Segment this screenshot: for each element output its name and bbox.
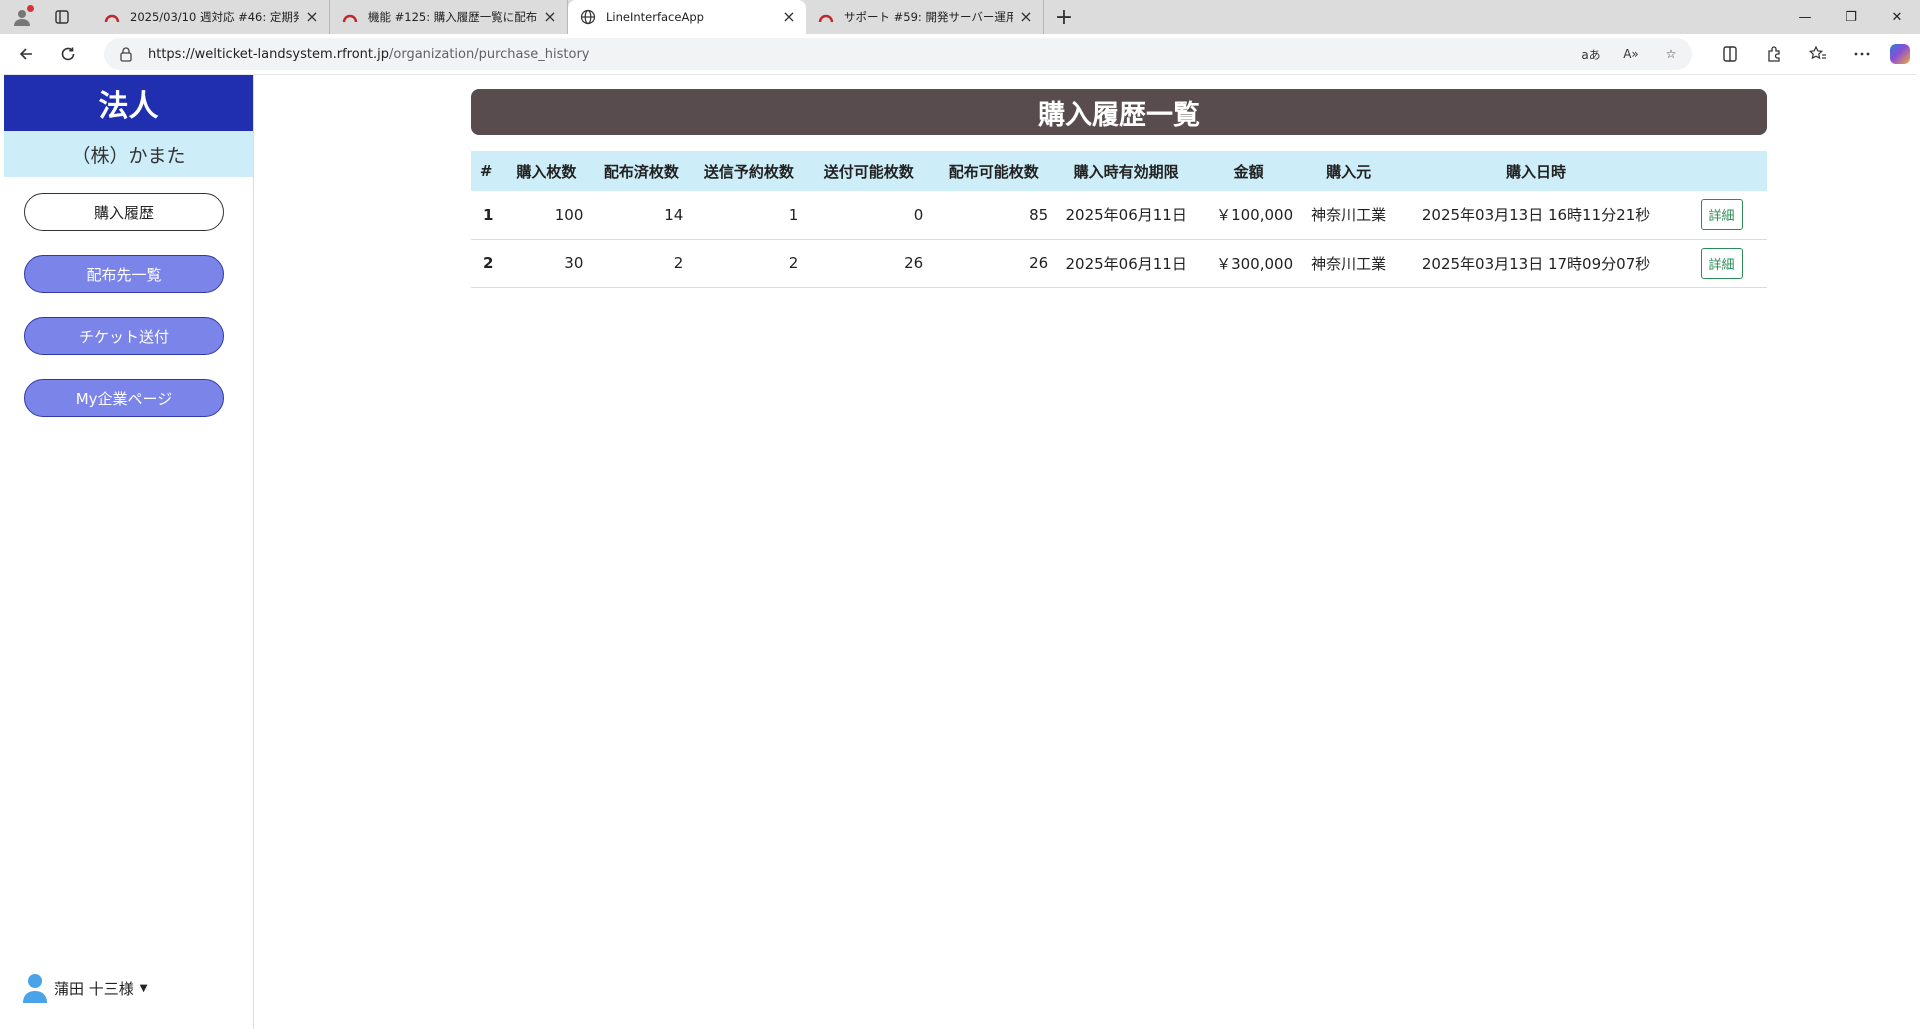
more-options-icon[interactable]: [1846, 38, 1878, 70]
cell-distributed: 2: [591, 239, 692, 288]
refresh-icon[interactable]: [52, 38, 84, 70]
detail-button[interactable]: 詳細: [1700, 247, 1743, 279]
page: 法人 （株）かまた 購入履歴 配布先一覧 チケット送付 My企業ページ 蒲田 十…: [4, 74, 1916, 1029]
tab-label: 2025/03/10 週対応 #46: 定期発行: [130, 10, 299, 24]
column-header-purchased: 購入枚数: [516, 162, 577, 181]
minimize-button[interactable]: —: [1782, 0, 1828, 34]
column-header-expiry: 購入時有効期限: [1073, 162, 1179, 181]
column-header-distributed: 配布済枚数: [603, 162, 679, 181]
cell-reserved: 1: [691, 191, 807, 240]
page-title: 購入履歴一覧: [471, 89, 1767, 135]
copilot-icon[interactable]: [1890, 44, 1910, 64]
tab-label: サポート #59: 開発サーバー運用方法: [844, 10, 1013, 24]
cell-expiry: 2025年06月11日: [1056, 239, 1197, 288]
browser-tab[interactable]: 機能 #125: 購入履歴一覧に配布可 ×: [330, 0, 568, 34]
notification-dot-icon: [27, 5, 34, 12]
cell-amount: ￥300,000: [1196, 239, 1302, 288]
user-menu[interactable]: 蒲田 十三様 ▼: [22, 973, 147, 1003]
favorite-star-icon[interactable]: ☆: [1660, 47, 1682, 61]
column-header-datetime: 購入日時: [1506, 162, 1567, 181]
column-header-reserved: 送信予約枚数: [703, 162, 794, 181]
user-avatar-icon: [23, 974, 47, 1003]
browser-tab[interactable]: 2025/03/10 週対応 #46: 定期発行 ×: [92, 0, 330, 34]
company-name: （株）かまた: [4, 131, 253, 177]
table-header-row: # 購入枚数 配布済枚数 送信予約枚数 送付可能枚数 配布可能枚数 購入時有効期…: [471, 151, 1767, 191]
purchase-history-table: # 購入枚数 配布済枚数 送信予約枚数 送付可能枚数 配布可能枚数 購入時有効期…: [471, 151, 1767, 288]
cell-amount: ￥100,000: [1196, 191, 1302, 240]
menu-purchase-history-button[interactable]: 購入履歴: [24, 193, 224, 231]
column-header-source: 購入元: [1326, 162, 1372, 181]
main-content: 購入履歴一覧 # 購入枚数 配布済枚数 送信予約枚数 送付可能枚数 配布可能枚数…: [471, 89, 1767, 288]
cell-datetime: 2025年03月13日 17時09分07秒: [1396, 239, 1677, 288]
cell-action: 詳細: [1676, 191, 1767, 240]
extensions-icon[interactable]: [1758, 38, 1790, 70]
lock-icon: [120, 47, 132, 62]
cell-datetime: 2025年03月13日 16時11分21秒: [1396, 191, 1677, 240]
close-icon[interactable]: ×: [1019, 9, 1033, 25]
table-row: 1 100 14 1 0 85 2025年06月11日 ￥100,000 神奈川…: [471, 191, 1767, 240]
column-header-distributable: 配布可能枚数: [948, 162, 1039, 181]
column-header-sendable: 送付可能枚数: [823, 162, 914, 181]
cell-source: 神奈川工業: [1301, 191, 1397, 240]
tab-actions-icon[interactable]: [52, 7, 72, 27]
window-controls: — ❐ ✕: [1782, 0, 1920, 34]
browser-toolbar: https://welticket-landsystem.rfront.jp/o…: [0, 34, 1920, 74]
close-icon[interactable]: ×: [782, 9, 796, 25]
url-path: /organization/purchase_history: [389, 46, 590, 62]
cell-source: 神奈川工業: [1301, 239, 1397, 288]
column-header-action: [1676, 151, 1767, 191]
browser-tab-active[interactable]: LineInterfaceApp ×: [568, 0, 806, 34]
column-header-amount: 金額: [1233, 162, 1264, 181]
address-bar[interactable]: https://welticket-landsystem.rfront.jp/o…: [104, 38, 1692, 70]
back-icon[interactable]: [10, 38, 42, 70]
cell-index: 2: [471, 239, 502, 288]
read-aloud-icon[interactable]: A»: [1620, 47, 1642, 61]
redmine-icon: [818, 14, 834, 23]
column-header-index: #: [479, 162, 493, 180]
user-name: 蒲田 十三様: [54, 979, 134, 998]
cell-sendable: 26: [806, 239, 932, 288]
cell-expiry: 2025年06月11日: [1056, 191, 1197, 240]
sidebar-menu: 購入履歴 配布先一覧 チケット送付 My企業ページ: [4, 177, 253, 417]
cell-distributed: 14: [591, 191, 692, 240]
url-text: https://welticket-landsystem.rfront.jp/o…: [148, 47, 590, 62]
new-tab-button[interactable]: +: [1050, 3, 1078, 31]
close-icon[interactable]: ×: [305, 9, 319, 25]
menu-ticket-send-button[interactable]: チケット送付: [24, 317, 224, 355]
browser-tab-strip: 2025/03/10 週対応 #46: 定期発行 × 機能 #125: 購入履歴…: [0, 0, 1920, 34]
cell-purchased: 100: [501, 191, 592, 240]
cell-distributable: 85: [931, 191, 1057, 240]
browser-tabs: 2025/03/10 週対応 #46: 定期発行 × 機能 #125: 購入履歴…: [92, 0, 1044, 34]
split-screen-icon[interactable]: [1714, 38, 1746, 70]
sidebar: 法人 （株）かまた 購入履歴 配布先一覧 チケット送付 My企業ページ 蒲田 十…: [4, 75, 254, 1029]
tab-label: 機能 #125: 購入履歴一覧に配布可: [368, 10, 537, 24]
profile-icon[interactable]: [12, 5, 34, 27]
menu-distribution-list-button[interactable]: 配布先一覧: [24, 255, 224, 293]
cell-index: 1: [471, 191, 502, 240]
close-window-button[interactable]: ✕: [1874, 0, 1920, 34]
cell-reserved: 2: [691, 239, 807, 288]
close-icon[interactable]: ×: [543, 9, 557, 25]
url-host: https://welticket-landsystem.rfront.jp: [148, 46, 390, 62]
brand-header: 法人: [4, 75, 253, 131]
menu-my-company-page-button[interactable]: My企業ページ: [24, 379, 224, 417]
cell-purchased: 30: [501, 239, 592, 288]
globe-icon: [580, 9, 596, 25]
table-row: 2 30 2 2 26 26 2025年06月11日 ￥300,000 神奈川工…: [471, 239, 1767, 288]
redmine-icon: [104, 14, 120, 23]
cell-distributable: 26: [931, 239, 1057, 288]
redmine-icon: [342, 14, 358, 23]
chevron-down-icon: ▼: [139, 982, 148, 994]
browser-tab[interactable]: サポート #59: 開発サーバー運用方法 ×: [806, 0, 1044, 34]
restore-button[interactable]: ❐: [1828, 0, 1874, 34]
translate-icon[interactable]: aあ: [1580, 46, 1602, 63]
detail-button[interactable]: 詳細: [1700, 199, 1743, 231]
tab-label: LineInterfaceApp: [606, 10, 704, 24]
favorites-icon[interactable]: [1802, 38, 1834, 70]
cell-sendable: 0: [806, 191, 932, 240]
cell-action: 詳細: [1676, 239, 1767, 288]
